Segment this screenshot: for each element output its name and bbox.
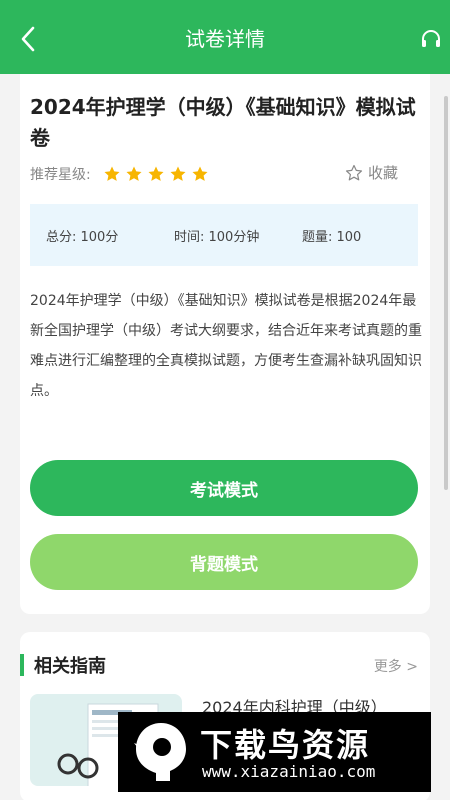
more-link[interactable]: 更多 > bbox=[374, 656, 418, 676]
exam-time: 时间: 100分钟 bbox=[174, 230, 260, 245]
rating-stars bbox=[103, 165, 209, 183]
paper-description: 2024年护理学（中级）《基础知识》模拟试卷是根据2024年最新全国护理学（中级… bbox=[30, 293, 422, 399]
question-count: 题量: 100 bbox=[302, 230, 362, 245]
section-accent bbox=[20, 654, 24, 676]
star-icon bbox=[192, 166, 208, 181]
star-icon bbox=[126, 166, 142, 181]
star-icon bbox=[148, 166, 164, 181]
rating-label: 推荐星级: bbox=[30, 167, 91, 183]
favorite-button[interactable]: 收藏 bbox=[345, 162, 398, 183]
paper-info-box: 总分: 100分 时间: 100分钟 题量: 100 bbox=[30, 204, 418, 266]
headset-icon bbox=[422, 30, 440, 47]
watermark-text: 下载鸟资源 bbox=[200, 726, 371, 764]
top-bar: 试卷详情 bbox=[0, 0, 450, 74]
star-icon bbox=[104, 166, 120, 181]
rating-row: 推荐星级: 收藏 bbox=[30, 162, 422, 186]
star-icon bbox=[170, 166, 186, 181]
section-title: 相关指南 bbox=[34, 656, 106, 677]
bird-logo bbox=[134, 723, 186, 781]
exam-mode-button[interactable]: 考试模式 bbox=[30, 460, 418, 516]
recite-mode-button[interactable]: 背题模式 bbox=[30, 534, 418, 590]
paper-title: 2024年护理学（中级）《基础知识》模拟试卷 bbox=[30, 95, 416, 150]
scrollbar[interactable] bbox=[444, 96, 448, 490]
watermark: 下载鸟资源 www.xiazainiao.com bbox=[118, 712, 431, 792]
headset-button[interactable] bbox=[420, 28, 442, 50]
page-title: 试卷详情 bbox=[185, 27, 265, 51]
total-score: 总分: 100分 bbox=[46, 230, 119, 245]
star-outline-icon bbox=[345, 164, 363, 180]
watermark-url: www.xiazainiao.com bbox=[202, 762, 376, 781]
favorite-label: 收藏 bbox=[367, 164, 398, 182]
paper-detail-card: 2024年护理学（中级）《基础知识》模拟试卷 推荐星级: 收藏 总分: 100分… bbox=[20, 74, 430, 614]
